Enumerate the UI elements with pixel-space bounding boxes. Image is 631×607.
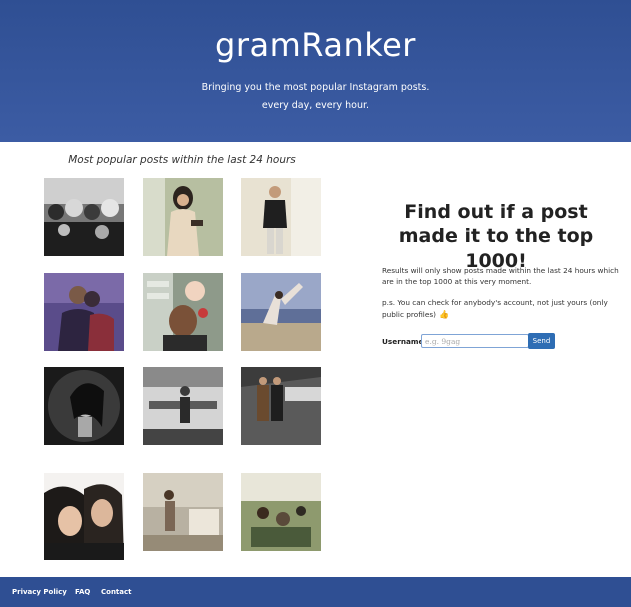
post-thumbnail-5[interactable]: [143, 273, 223, 351]
privacy-policy-link[interactable]: Privacy Policy: [12, 588, 67, 596]
man-leather-jacket-photo-icon: [241, 178, 321, 256]
post-thumbnail-1[interactable]: [44, 178, 124, 256]
send-button[interactable]: Send: [528, 333, 555, 349]
bw-mirror-photo-icon: [143, 367, 223, 445]
post-thumbnail-10[interactable]: [44, 473, 124, 560]
beach-pose-photo-icon: [241, 273, 321, 351]
posts-caption: Most popular posts within the last 24 ho…: [68, 154, 296, 166]
post-thumbnail-4[interactable]: [44, 273, 124, 351]
post-thumbnail-2[interactable]: [143, 178, 223, 256]
site-header: gramRanker Bringing you the most popular…: [0, 0, 631, 142]
post-thumbnail-11[interactable]: [143, 473, 223, 551]
post-thumbnail-8[interactable]: [143, 367, 223, 445]
man-holding-baby-photo-icon: [143, 273, 223, 351]
site-footer: Privacy Policy FAQ Contact: [0, 577, 631, 607]
bw-portrait-photo-icon: [44, 367, 124, 445]
results-note: Results will only show posts made within…: [382, 266, 619, 286]
crowd-selfie-photo-icon: [44, 178, 124, 256]
post-thumbnail-7[interactable]: [44, 367, 124, 445]
site-title[interactable]: gramRanker: [0, 26, 631, 64]
post-thumbnail-12[interactable]: [241, 473, 321, 551]
post-thumbnail-6[interactable]: [241, 273, 321, 351]
faq-link[interactable]: FAQ: [75, 588, 90, 596]
username-input[interactable]: [421, 334, 529, 348]
group-outdoors-photo-icon: [241, 473, 321, 551]
couple-hug-photo-icon: [44, 273, 124, 351]
thumbs-up-icon: 👍: [438, 309, 449, 319]
two-people-standing-photo-icon: [241, 367, 321, 445]
woman-posing-photo-icon: [143, 178, 223, 256]
public-profiles-note-text: p.s. You can check for anybody's account…: [382, 298, 608, 319]
contact-link[interactable]: Contact: [101, 588, 132, 596]
post-thumbnail-3[interactable]: [241, 178, 321, 256]
tagline-line-1: Bringing you the most popular Instagram …: [201, 82, 430, 93]
public-profiles-note: p.s. You can check for anybody's account…: [382, 298, 622, 320]
tagline-line-2: every day, every hour.: [261, 100, 370, 111]
username-label: Username:: [382, 337, 427, 346]
post-thumbnail-9[interactable]: [241, 367, 321, 445]
search-heading: Find out if a post made it to the top 10…: [398, 201, 594, 272]
mirror-room-photo-icon: [143, 473, 223, 551]
sisters-selfie-photo-icon: [44, 473, 124, 560]
